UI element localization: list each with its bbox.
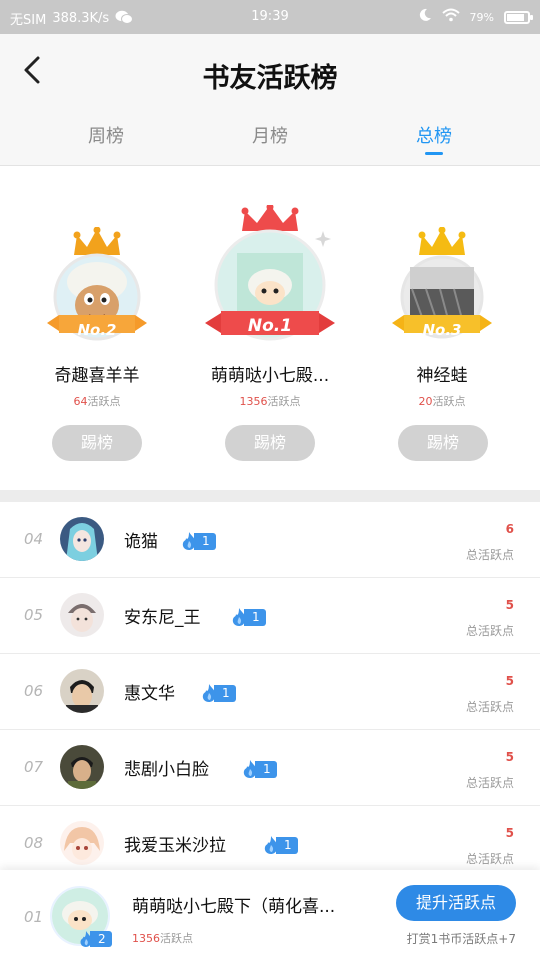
status-right: 79% — [418, 8, 533, 26]
level-badge: 1 — [230, 608, 266, 626]
avatar — [60, 517, 104, 561]
points-value: 5 — [505, 674, 514, 688]
podium: No.2 奇趣喜羊羊 64活跃点 踢榜 No.1 萌萌哒小七殿... 1356活… — [0, 167, 540, 490]
user-name: 我爱玉米沙拉 — [124, 836, 226, 856]
tab-bar: 周榜 月榜 总榜 — [0, 110, 540, 166]
status-bar: 无SIM 388.3K/s 19:39 79% — [0, 0, 540, 34]
level-badge: 1 — [200, 684, 236, 702]
flame-icon — [202, 684, 216, 702]
user-name: 安东尼_王 — [124, 608, 201, 628]
my-rank-number: 01 — [24, 908, 44, 926]
boost-activity-button[interactable]: 提升活跃点 — [396, 885, 516, 921]
points-label: 活跃点 — [432, 395, 466, 408]
podium-points-no1: 1356活跃点 — [195, 393, 345, 409]
flame-icon — [182, 532, 196, 550]
level-badge: 1 — [262, 836, 298, 854]
rank-number: 05 — [24, 606, 44, 624]
level-badge: 1 — [180, 532, 216, 550]
list-item[interactable]: 06 惠文华 1 5 总活跃点 — [0, 654, 540, 730]
flame-icon — [80, 930, 92, 947]
points-label: 总活跃点 — [465, 776, 514, 790]
my-name: 萌萌哒小七殿下（萌化喜... — [132, 897, 336, 917]
podium-points-no2: 64活跃点 — [37, 393, 157, 409]
points-value: 20 — [418, 395, 433, 408]
level-badge: 1 — [241, 760, 277, 778]
rank-badge-no3: No.3 — [422, 321, 462, 339]
rank-number: 07 — [24, 758, 44, 776]
tab-all-time[interactable]: 总榜 — [374, 122, 494, 155]
page-title: 书友活跃榜 — [202, 63, 338, 94]
list-item[interactable]: 04 诡猫 1 6 总活跃点 — [0, 502, 540, 578]
flame-icon — [264, 836, 278, 854]
list-item[interactable]: 07 悲剧小白脸 1 5 总活跃点 — [0, 730, 540, 806]
avatar — [60, 821, 104, 865]
podium-name-no2: 奇趣喜羊羊 — [54, 366, 140, 386]
flame-icon — [243, 760, 257, 778]
my-points: 1356活跃点 — [132, 930, 193, 946]
points-value: 5 — [505, 826, 514, 840]
kick-button-no1[interactable]: 踢榜 — [225, 425, 315, 461]
avatar — [60, 669, 104, 713]
points-label: 总活跃点 — [465, 548, 514, 562]
points-value: 1356 — [239, 395, 268, 408]
kick-button-no2[interactable]: 踢榜 — [52, 425, 142, 461]
moon-icon — [418, 8, 432, 26]
rank-badge-no1: No.1 — [247, 316, 293, 336]
points-value: 5 — [505, 750, 514, 764]
podium-name-no1: 萌萌哒小七殿... — [210, 366, 330, 386]
user-name: 悲剧小白脸 — [124, 760, 209, 780]
tab-all-time-label: 总榜 — [416, 126, 452, 147]
rank-number: 08 — [24, 834, 44, 852]
battery-percent: 79% — [469, 10, 494, 24]
header: 书友活跃榜 — [0, 34, 540, 110]
points-label: 活跃点 — [267, 395, 301, 408]
battery-icon — [504, 10, 533, 24]
list-item[interactable]: 05 安东尼_王 1 5 总活跃点 — [0, 578, 540, 654]
flame-icon — [232, 608, 246, 626]
section-divider — [0, 490, 540, 502]
tab-monthly[interactable]: 月榜 — [210, 122, 330, 148]
points-value: 5 — [505, 598, 514, 612]
avatar — [60, 593, 104, 637]
podium-name-no3: 神经蛙 — [416, 366, 468, 386]
my-level-badge: 2 — [78, 930, 112, 947]
user-name: 惠文华 — [124, 684, 175, 704]
wifi-icon — [441, 8, 460, 26]
rank-badge-no2: No.2 — [77, 321, 117, 339]
reward-hint: 打赏1书币活跃点+7 — [406, 932, 516, 946]
rank-number: 06 — [24, 682, 44, 700]
points-value: 64 — [73, 395, 88, 408]
my-rank-bar: 01 2 萌萌哒小七殿下（萌化喜... 1356活跃点 提升活跃点 打赏1书币活… — [0, 870, 540, 960]
points-value: 1356 — [132, 932, 160, 945]
user-name: 诡猫 — [124, 532, 158, 552]
points-label: 活跃点 — [160, 932, 193, 945]
avatar — [60, 745, 104, 789]
points-label: 总活跃点 — [465, 624, 514, 638]
points-label: 活跃点 — [87, 395, 121, 408]
podium-points-no3: 20活跃点 — [382, 393, 502, 409]
kick-button-no3[interactable]: 踢榜 — [398, 425, 488, 461]
points-label: 总活跃点 — [465, 852, 514, 866]
points-label: 总活跃点 — [465, 700, 514, 714]
rank-number: 04 — [24, 530, 44, 548]
tab-weekly[interactable]: 周榜 — [46, 122, 166, 148]
tab-active-indicator — [425, 152, 443, 155]
points-value: 6 — [505, 522, 514, 536]
